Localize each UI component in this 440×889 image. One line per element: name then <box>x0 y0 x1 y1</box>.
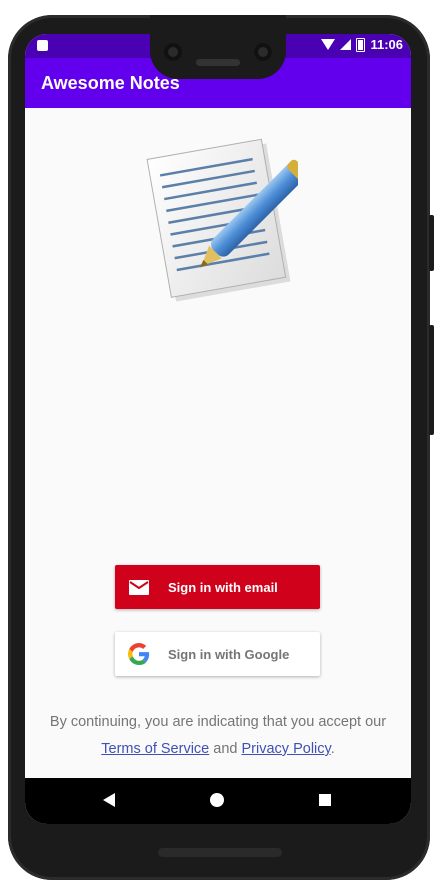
sign-in-google-label: Sign in with Google <box>168 646 290 662</box>
wifi-icon <box>321 39 336 50</box>
privacy-policy-link[interactable]: Privacy Policy <box>242 741 331 757</box>
recents-icon[interactable] <box>319 794 331 806</box>
home-icon[interactable] <box>210 793 224 807</box>
front-camera-icon <box>164 43 182 61</box>
camera-notch <box>150 15 286 79</box>
power-button <box>429 215 434 271</box>
app-title: Awesome Notes <box>41 73 180 93</box>
sign-in-email-button[interactable]: Sign in with email <box>115 565 320 609</box>
mail-icon <box>127 575 151 599</box>
terms-suffix: . <box>330 741 335 757</box>
sign-in-email-label: Sign in with email <box>168 579 278 595</box>
volume-button <box>429 325 434 435</box>
back-icon[interactable] <box>103 793 115 807</box>
notepad-pencil-icon <box>146 138 298 302</box>
sd-card-icon <box>37 40 48 51</box>
device-screen: 11:06 Awesome Notes Sign in with email S… <box>25 34 411 824</box>
sign-in-google-button[interactable]: Sign in with Google <box>115 632 320 676</box>
terms-of-service-link[interactable]: Terms of Service <box>101 741 209 757</box>
terms-prefix: By continuing, you are indicating that y… <box>49 714 387 730</box>
terms-text: By continuing, you are indicating that y… <box>25 709 411 763</box>
terms-and: and <box>213 741 238 757</box>
bottom-speaker-grille <box>158 848 282 857</box>
battery-charging-icon <box>356 37 366 52</box>
status-time: 11:06 <box>370 37 403 52</box>
earpiece-speaker <box>196 59 240 66</box>
google-icon <box>127 642 151 666</box>
cell-signal-icon <box>340 39 352 50</box>
navigation-bar <box>25 778 411 824</box>
front-sensor-icon <box>254 43 272 61</box>
